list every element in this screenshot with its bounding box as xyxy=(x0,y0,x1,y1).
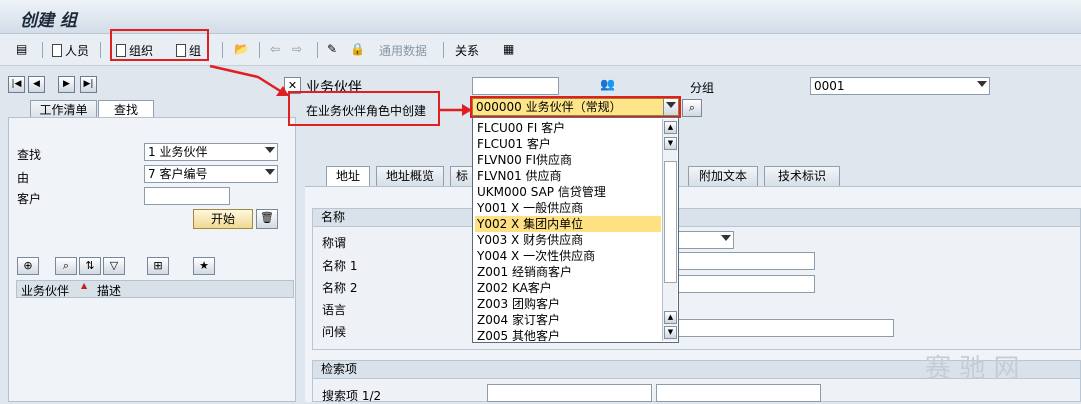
scroll-thumb[interactable] xyxy=(664,161,677,283)
title-select[interactable] xyxy=(676,231,734,249)
scroll-down-icon[interactable]: ▼ xyxy=(664,326,677,339)
dropdown-option[interactable]: UKM000 SAP 信贷管理 xyxy=(475,184,661,200)
dropdown-option[interactable]: FLVN00 FI供应商 xyxy=(475,152,661,168)
arrow-to-create xyxy=(209,64,286,96)
search-term1-input[interactable] xyxy=(487,384,652,402)
greeting-input[interactable] xyxy=(676,319,894,337)
dropdown-option[interactable]: FLVN01 供应商 xyxy=(475,168,661,184)
dropdown-option[interactable]: Z005 其他客户 xyxy=(475,328,661,344)
role-dropdown-list[interactable]: FLCU00 FI 客户 FLCU01 客户 FLVN00 FI供应商 FLVN… xyxy=(472,117,679,343)
dropdown-option-selected[interactable]: Y002 X 集团内单位 xyxy=(475,216,661,232)
arrow-head xyxy=(462,104,472,116)
chevron-down-icon xyxy=(721,235,731,241)
title-label: 称谓 xyxy=(322,236,347,250)
dropdown-option[interactable]: Z001 经销商客户 xyxy=(475,264,661,280)
name1-label: 名称 1 xyxy=(322,259,358,273)
dropdown-option[interactable]: Z003 团购客户 xyxy=(475,296,661,312)
scroll-up-icon[interactable]: ▲ xyxy=(664,311,677,324)
greeting-label: 问候 xyxy=(322,325,347,339)
dropdown-option[interactable]: Z002 KA客户 xyxy=(475,280,661,296)
scroll-bottom-icon[interactable]: ▼ xyxy=(664,137,677,150)
tab-additional-text[interactable]: 附加文本 xyxy=(688,166,758,186)
name2-label: 名称 2 xyxy=(322,281,358,295)
name2-input[interactable] xyxy=(676,275,815,293)
name-section-header: 名称 xyxy=(313,209,1080,227)
dropdown-scrollbar[interactable]: ▲ ▼ ▲ ▼ xyxy=(662,119,677,341)
dropdown-option[interactable]: Y003 X 财务供应商 xyxy=(475,232,661,248)
tab-address[interactable]: 地址 xyxy=(326,166,370,186)
tab-technical-id[interactable]: 技术标识 xyxy=(764,166,840,186)
search-term2-input[interactable] xyxy=(656,384,821,402)
watermark: 赛 驰 网 xyxy=(925,354,1020,384)
dropdown-option[interactable]: Y004 X 一次性供应商 xyxy=(475,248,661,264)
scroll-top-icon[interactable]: ▲ xyxy=(664,121,677,134)
dropdown-option[interactable]: FLCU00 FI 客户 xyxy=(475,120,661,136)
search-term-label: 搜索项 1/2 xyxy=(322,389,382,403)
dropdown-option[interactable]: Y001 X 一般供应商 xyxy=(475,200,661,216)
tab-address-overview[interactable]: 地址概览 xyxy=(376,166,444,186)
tab-partial[interactable]: 标 xyxy=(450,166,474,186)
dropdown-option[interactable]: Z004 家订客户 xyxy=(475,312,661,328)
name1-input[interactable] xyxy=(676,252,815,270)
dropdown-option[interactable]: FLCU01 客户 xyxy=(475,136,661,152)
language-label: 语言 xyxy=(322,303,347,317)
